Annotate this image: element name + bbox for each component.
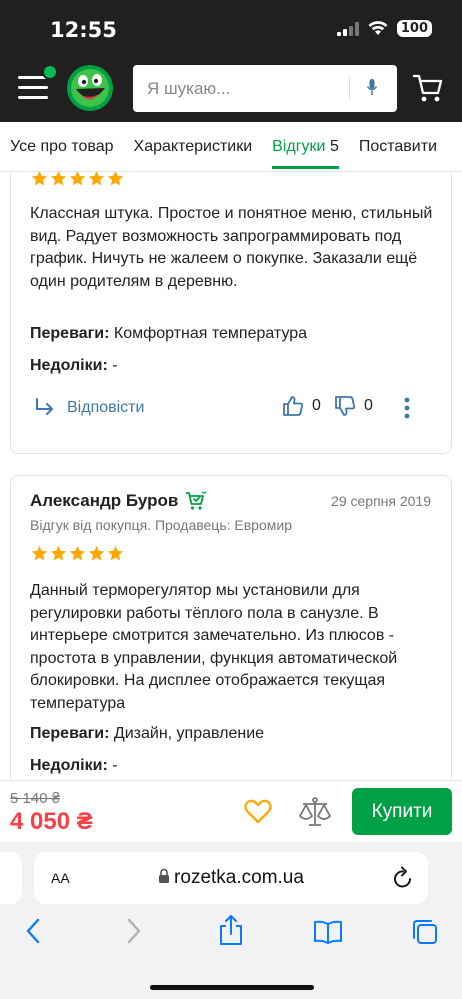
pros-value: Дизайн, управление [113, 725, 265, 742]
star-icon [50, 172, 67, 186]
reload-icon[interactable] [392, 866, 414, 890]
star-icon [88, 172, 105, 186]
tab-label: Відгуки [272, 138, 326, 155]
wifi-icon [368, 21, 388, 35]
tab-label: Усе про товар [10, 138, 114, 155]
cons-value: - [112, 757, 118, 774]
menu-line [18, 86, 48, 89]
review-card: Классная штука. Простое и понятное меню,… [10, 172, 452, 454]
current-price: 4 050 ₴ [10, 808, 93, 835]
url-display[interactable]: rozetka.com.ua [34, 867, 428, 889]
star-icon [69, 545, 86, 561]
review-pros: Переваги: Дизайн, управление [30, 725, 264, 743]
star-icon [69, 172, 86, 186]
review-author: Александр Буров [30, 491, 179, 510]
review-date: 29 серпня 2019 [331, 493, 431, 509]
menu-button[interactable] [18, 76, 48, 102]
review-text: Классная штука. Простое и понятное меню,… [30, 205, 433, 290]
reply-arrow-icon [36, 398, 53, 415]
lock-icon [159, 868, 170, 883]
pros-label: Переваги: [30, 325, 110, 342]
thumbs-down-icon [335, 396, 355, 416]
review-cons: Недоліки: - [30, 357, 118, 375]
product-tabs: Усе про товар Характеристики Відгуки 5 П… [0, 122, 462, 172]
tab-add-question[interactable]: Поставити [349, 122, 447, 171]
bookmarks-icon[interactable] [313, 920, 343, 944]
dislike-button[interactable]: 0 [334, 395, 373, 417]
reviews-list: Классная штука. Простое и понятное меню,… [0, 172, 462, 780]
star-icon [107, 172, 124, 186]
reply-label: Відповісти [67, 399, 145, 416]
star-icon [31, 545, 48, 561]
review-pros: Переваги: Комфортная температура [30, 325, 307, 343]
reply-button[interactable]: Відповісти [33, 397, 144, 419]
rozetka-logo-icon[interactable] [66, 64, 114, 112]
app-header [0, 58, 462, 122]
status-time: 12:55 [50, 18, 117, 42]
pros-value: Комфортная температура [113, 325, 308, 342]
compare-scales-icon[interactable] [299, 797, 331, 827]
tabs-icon[interactable] [411, 918, 439, 946]
notification-dot [42, 64, 58, 80]
review-meta: Відгук від покупця. Продавець: Евромир [30, 517, 292, 533]
tab-reviews-count: 5 [329, 138, 339, 155]
review-card: Александр Буров 29 серпня 2019 Відгук ві… [10, 475, 452, 780]
verified-buyer-icon [186, 491, 207, 510]
like-count: 0 [312, 397, 321, 414]
signal-icon [336, 21, 359, 36]
dislike-count: 0 [364, 397, 373, 414]
tab-label: Характеристики [133, 138, 253, 155]
star-icon [31, 172, 48, 186]
like-button[interactable]: 0 [282, 395, 321, 417]
forward-icon[interactable] [126, 918, 142, 944]
thumbs-up-icon [283, 396, 303, 416]
menu-line [18, 96, 48, 99]
status-bar: 12:55 100 [0, 0, 462, 58]
home-indicator [150, 985, 314, 990]
previous-tab-peek[interactable] [0, 852, 22, 904]
tab-all-about-product[interactable]: Усе про товар [0, 122, 124, 171]
address-bar[interactable]: AA rozetka.com.ua [34, 852, 428, 904]
battery-indicator: 100 [396, 20, 432, 37]
review-text: Данный терморегулятор мы установили для … [30, 582, 398, 712]
star-icon [50, 545, 67, 561]
heart-icon[interactable] [244, 799, 272, 824]
rating-stars [31, 172, 124, 187]
cons-label: Недоліки: [30, 757, 108, 774]
status-icons: 100 [336, 20, 432, 37]
search-box[interactable] [133, 65, 397, 112]
share-icon[interactable] [218, 914, 244, 946]
more-options-icon[interactable] [404, 397, 410, 419]
review-author-row: Александр Буров [30, 491, 207, 511]
star-icon [107, 545, 124, 561]
product-buy-bar: 5 140 ₴ 4 050 ₴ Купити [0, 780, 462, 842]
buy-button[interactable]: Купити [352, 788, 452, 835]
tab-characteristics[interactable]: Характеристики [124, 122, 263, 171]
star-icon [88, 545, 105, 561]
rating-stars [31, 545, 124, 562]
url-text: rozetka.com.ua [174, 867, 304, 888]
microphone-icon[interactable] [366, 78, 378, 98]
tab-reviews[interactable]: Відгуки 5 [262, 122, 349, 171]
tab-label: Поставити [358, 138, 438, 155]
browser-toolbar: AA rozetka.com.ua [0, 842, 462, 999]
back-icon[interactable] [25, 918, 41, 944]
old-price: 5 140 ₴ [10, 790, 61, 807]
pros-label: Переваги: [30, 725, 110, 742]
browser-nav-row [0, 914, 462, 954]
cons-value: - [112, 357, 118, 374]
search-input[interactable] [147, 65, 347, 112]
cons-label: Недоліки: [30, 357, 108, 374]
cart-icon[interactable] [412, 73, 444, 103]
review-cons: Недоліки: - [30, 757, 118, 775]
search-divider [349, 77, 350, 100]
